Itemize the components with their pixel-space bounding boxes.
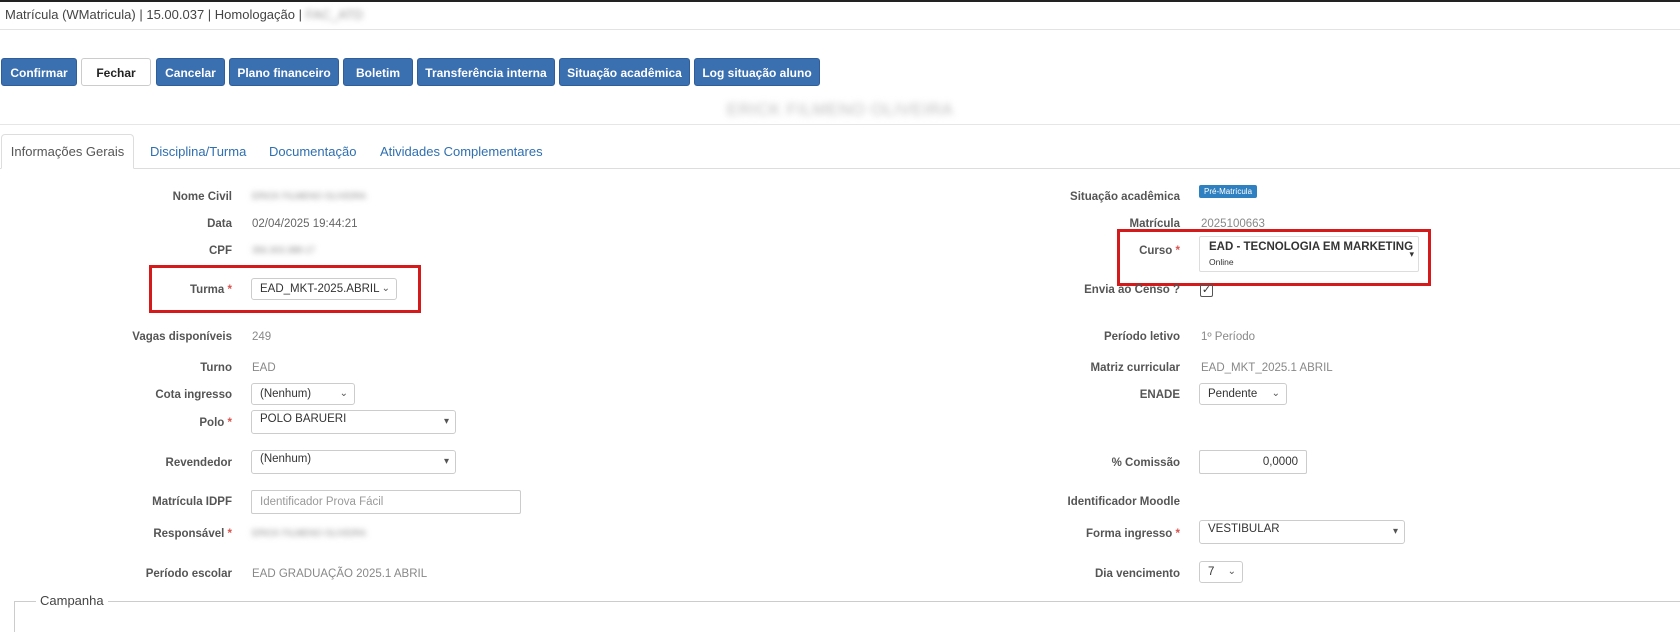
- data-value: 02/04/2025 19:44:21: [252, 218, 358, 230]
- forma-ingresso-required-mark: *: [1175, 528, 1180, 540]
- campanha-fieldset-border: [14, 601, 36, 602]
- nome-civil-label: Nome Civil: [172, 191, 232, 203]
- turma-required-mark: *: [227, 284, 232, 296]
- periodo-letivo-value: 1º Período: [1201, 331, 1256, 343]
- curso-required-mark: *: [1175, 245, 1180, 257]
- envia-censo-checkbox[interactable]: ✓: [1200, 284, 1213, 297]
- cancelar-button[interactable]: Cancelar: [156, 58, 225, 86]
- log-situacao-aluno-button[interactable]: Log situação aluno: [694, 58, 820, 86]
- dia-vencimento-select[interactable]: 7 ⌄: [1199, 561, 1243, 583]
- tab-documentacao[interactable]: Documentação: [269, 144, 356, 159]
- status-badge: Pré-Matrícula: [1199, 185, 1258, 198]
- vagas-disponiveis-value: 249: [252, 331, 272, 343]
- turma-select[interactable]: EAD_MKT-2025.ABRIL ⌄: [251, 278, 397, 300]
- identificador-moodle-label: Identificador Moodle: [1067, 496, 1180, 508]
- window-title-text: Matrícula (WMatricula) | 15.00.037 | Hom…: [5, 7, 306, 22]
- fechar-button[interactable]: Fechar: [81, 58, 151, 86]
- revendedor-label: Revendedor: [165, 457, 232, 469]
- tab-informacoes-gerais[interactable]: Informações Gerais: [1, 134, 134, 169]
- caret-down-icon: ▾: [443, 456, 449, 467]
- forma-ingresso-label-text: Forma ingresso: [1086, 528, 1173, 540]
- transferencia-interna-button[interactable]: Transferência interna: [417, 58, 555, 86]
- nome-civil-value: ERICK FILMENO OLIVEIRA: [252, 191, 367, 201]
- comissao-input[interactable]: 0,0000: [1199, 450, 1307, 474]
- situacao-academica-label: Situação acadêmica: [1070, 191, 1180, 203]
- cota-ingresso-select[interactable]: (Nenhum) ⌄: [251, 383, 355, 405]
- periodo-escolar-value: EAD GRADUAÇÃO 2025.1 ABRIL: [252, 568, 428, 580]
- campanha-fieldset-border-top: [108, 601, 1680, 602]
- plano-financeiro-button[interactable]: Plano financeiro: [229, 58, 339, 86]
- curso-label-text: Curso: [1139, 245, 1173, 257]
- cpf-value: 356.303.388-17: [252, 245, 316, 255]
- curso-label: Curso *: [1139, 245, 1180, 257]
- matricula-idpf-input[interactable]: Identificador Prova Fácil: [251, 490, 521, 514]
- enade-label: ENADE: [1139, 389, 1180, 401]
- window-title-redacted: FAC_ATD: [305, 7, 364, 22]
- chevron-down-icon: ⌄: [1227, 566, 1236, 577]
- polo-select[interactable]: POLO BARUERI ▾: [251, 410, 456, 434]
- polo-label: Polo *: [199, 417, 232, 429]
- matriz-curricular-value: EAD_MKT_2025.1 ABRIL: [1201, 362, 1333, 374]
- enade-select[interactable]: Pendente ⌄: [1199, 383, 1287, 405]
- cota-ingresso-label: Cota ingresso: [155, 389, 232, 401]
- forma-ingresso-select[interactable]: VESTIBULAR ▾: [1199, 520, 1405, 544]
- responsavel-label: Responsável *: [153, 528, 232, 540]
- caret-down-icon: ▾: [1409, 249, 1414, 259]
- matricula-idpf-label: Matrícula IDPF: [152, 496, 232, 508]
- window-title: Matrícula (WMatricula) | 15.00.037 | Hom…: [5, 7, 363, 22]
- revendedor-select[interactable]: (Nenhum) ▾: [251, 450, 456, 474]
- forma-ingresso-label: Forma ingresso *: [1086, 528, 1180, 540]
- situacao-academica-button[interactable]: Situação acadêmica: [559, 58, 690, 86]
- comissao-label: % Comissão: [1111, 457, 1180, 469]
- turno-value: EAD: [252, 362, 276, 374]
- matriz-curricular-label: Matriz curricular: [1090, 362, 1180, 374]
- responsavel-required-mark: *: [227, 528, 232, 540]
- campanha-legend: Campanha: [40, 593, 104, 608]
- revendedor-value: (Nenhum): [260, 453, 312, 465]
- confirmar-button[interactable]: Confirmar: [1, 58, 77, 86]
- curso-value: EAD - TECNOLOGIA EM MARKETING: [1209, 241, 1414, 253]
- data-label: Data: [207, 218, 232, 230]
- responsavel-value: ERICK FILMENO OLIVEIRA: [252, 528, 367, 538]
- tab-disciplina-turma[interactable]: Disciplina/Turma: [150, 144, 246, 159]
- periodo-letivo-label: Período letivo: [1103, 331, 1180, 343]
- vagas-disponiveis-label: Vagas disponíveis: [132, 331, 232, 343]
- turma-select-value: EAD_MKT-2025.ABRIL: [260, 283, 380, 295]
- polo-value: POLO BARUERI: [260, 413, 347, 425]
- turma-label: Turma *: [190, 284, 232, 296]
- cpf-label: CPF: [209, 245, 232, 257]
- chevron-down-icon: ⌄: [1271, 388, 1280, 399]
- caret-down-icon: ▾: [443, 416, 449, 427]
- tabs-baseline: [0, 168, 1680, 169]
- header-divider: [0, 124, 1680, 125]
- campanha-fieldset-border-left: [14, 601, 15, 632]
- enade-value: Pendente: [1208, 388, 1258, 400]
- curso-select[interactable]: EAD - TECNOLOGIA EM MARKETING Online ▾: [1199, 236, 1419, 272]
- chevron-down-icon: ⌄: [339, 388, 348, 399]
- student-name: ERICK FILMENO OLIVEIRA: [726, 100, 954, 119]
- curso-modality: Online: [1209, 257, 1234, 267]
- envia-censo-label: Envia ao Censo ?: [1084, 284, 1180, 296]
- cota-ingresso-value: (Nenhum): [260, 388, 312, 400]
- tab-atividades-complementares[interactable]: Atividades Complementares: [380, 144, 543, 159]
- periodo-escolar-label: Período escolar: [145, 568, 232, 580]
- dia-vencimento-value: 7: [1208, 566, 1215, 578]
- boletim-button[interactable]: Boletim: [343, 58, 413, 86]
- forma-ingresso-value: VESTIBULAR: [1208, 523, 1280, 535]
- polo-label-text: Polo: [199, 417, 225, 429]
- dia-vencimento-label: Dia vencimento: [1095, 568, 1180, 580]
- caret-down-icon: ▾: [1392, 526, 1398, 537]
- chevron-down-icon: ⌄: [381, 283, 390, 294]
- turma-label-text: Turma: [190, 284, 225, 296]
- responsavel-label-text: Responsável: [153, 528, 225, 540]
- polo-required-mark: *: [227, 417, 232, 429]
- turno-label: Turno: [200, 362, 232, 374]
